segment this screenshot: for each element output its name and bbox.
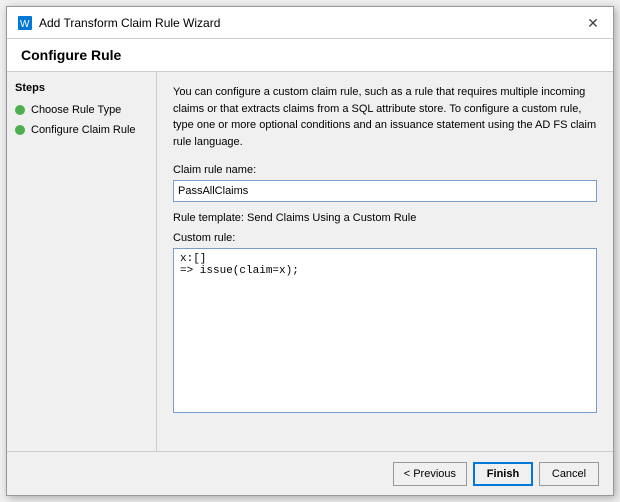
dialog: W Add Transform Claim Rule Wizard ✕ Conf… [6, 6, 614, 496]
claim-rule-name-group: Claim rule name: [173, 164, 597, 202]
sidebar-item-label: Choose Rule Type [31, 104, 121, 116]
sidebar-item-label-2: Configure Claim Rule [31, 124, 136, 136]
wizard-icon: W [17, 15, 33, 31]
page-title: Configure Rule [21, 47, 599, 63]
claim-rule-name-label: Claim rule name: [173, 164, 597, 176]
sidebar-item-configure-claim-rule[interactable]: Configure Claim Rule [15, 122, 148, 138]
svg-text:W: W [20, 19, 30, 30]
step-indicator-1 [15, 105, 25, 115]
claim-rule-name-input[interactable] [173, 180, 597, 202]
close-button[interactable]: ✕ [583, 13, 603, 33]
sidebar-item-choose-rule-type[interactable]: Choose Rule Type [15, 102, 148, 118]
main-panel: You can configure a custom claim rule, s… [157, 72, 613, 451]
custom-rule-label: Custom rule: [173, 232, 597, 244]
content-area: Steps Choose Rule Type Configure Claim R… [7, 72, 613, 451]
finish-button[interactable]: Finish [473, 462, 533, 486]
title-bar-left: W Add Transform Claim Rule Wizard [17, 15, 220, 31]
sidebar: Steps Choose Rule Type Configure Claim R… [7, 72, 157, 451]
title-bar: W Add Transform Claim Rule Wizard ✕ [7, 7, 613, 39]
close-icon: ✕ [587, 16, 599, 30]
description-text: You can configure a custom claim rule, s… [173, 84, 597, 150]
page-header: Configure Rule [7, 39, 613, 72]
cancel-button[interactable]: Cancel [539, 462, 599, 486]
custom-rule-group: Custom rule: x:[] => issue(claim=x); [173, 232, 597, 416]
custom-rule-textarea[interactable]: x:[] => issue(claim=x); [173, 248, 597, 413]
dialog-title: Add Transform Claim Rule Wizard [39, 16, 220, 30]
sidebar-title: Steps [15, 82, 148, 94]
footer: < Previous Finish Cancel [7, 451, 613, 495]
rule-template-text: Rule template: Send Claims Using a Custo… [173, 212, 597, 224]
step-indicator-2 [15, 125, 25, 135]
previous-button[interactable]: < Previous [393, 462, 467, 486]
